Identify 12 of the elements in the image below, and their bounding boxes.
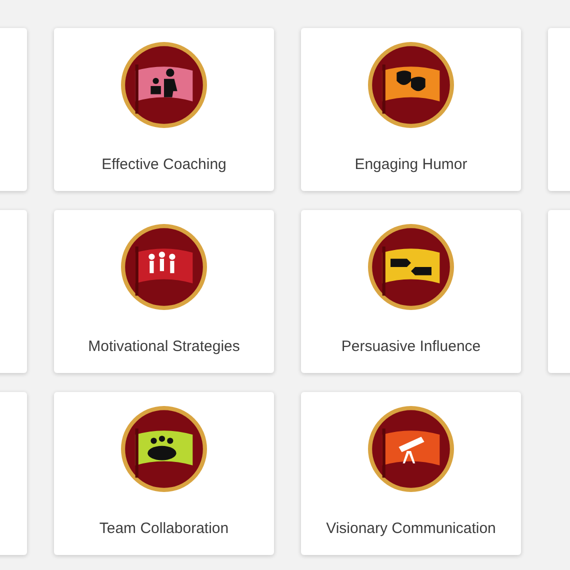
badge-title: Motivational Strategies xyxy=(88,338,240,355)
badge-card[interactable]: Effective Coaching xyxy=(54,28,274,191)
badge-card[interactable]: Persuasive Influence xyxy=(301,210,521,373)
badge-title: Visionary Communication xyxy=(326,520,496,537)
badge-card[interactable]: Team Collaboration xyxy=(54,392,274,555)
badge-title: Engaging Humor xyxy=(354,156,468,173)
badge-card[interactable]: Motivational Strategies xyxy=(54,210,274,373)
badge-card[interactable]: Engaging Humor xyxy=(301,28,521,191)
badge-title: Team Collaboration xyxy=(99,520,229,537)
badge-title: Persuasive Influence xyxy=(341,338,481,355)
badge-card[interactable]: Visionary Communication xyxy=(301,392,521,555)
badge-title: Effective Coaching xyxy=(102,156,226,173)
